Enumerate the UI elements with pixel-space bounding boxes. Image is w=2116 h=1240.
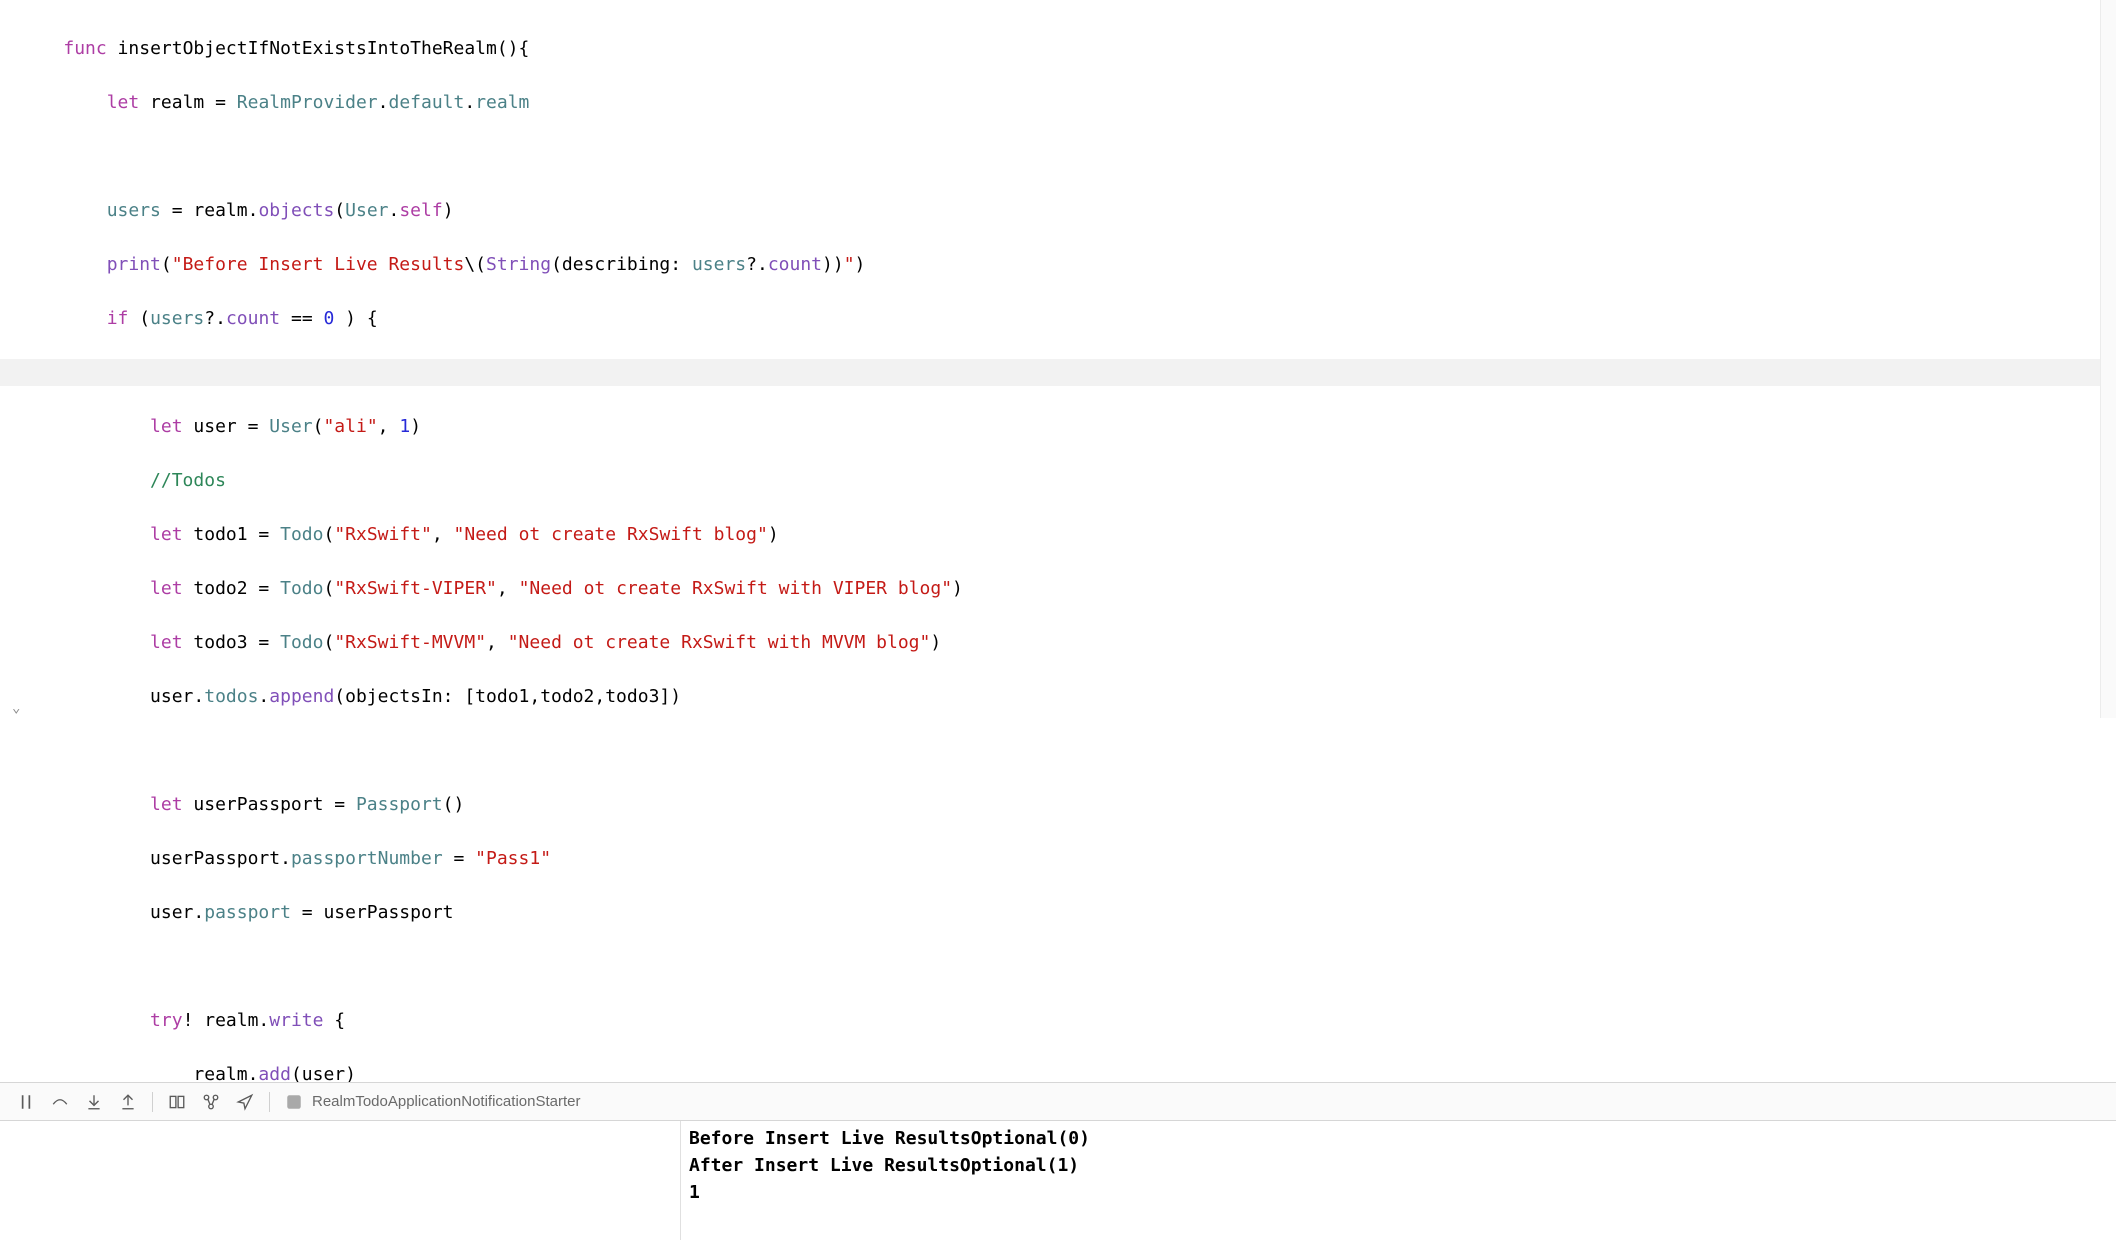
debug-view-icon[interactable]	[161, 1086, 193, 1118]
keyword-func: func	[63, 38, 106, 59]
pause-icon[interactable]	[10, 1086, 42, 1118]
truncation-indicator: ⌄	[12, 700, 20, 716]
console-line: After Insert Live ResultsOptional(1)	[689, 1152, 2108, 1179]
code-line[interactable]: userPassport.passportNumber = "Pass1"	[20, 845, 2116, 872]
code-line[interactable]: func insertObjectIfNotExistsIntoTheRealm…	[20, 35, 2116, 62]
code-line[interactable]: user.passport = userPassport	[20, 899, 2116, 926]
highlighted-line[interactable]	[0, 359, 2116, 386]
keyword-let: let	[107, 92, 140, 113]
func-name: insertObjectIfNotExistsIntoTheRealm(){	[107, 38, 530, 59]
step-out-icon[interactable]	[112, 1086, 144, 1118]
code-line[interactable]: let userPassport = Passport()	[20, 791, 2116, 818]
process-icon	[278, 1086, 310, 1118]
code-line[interactable]: if (users?.count == 0 ) {	[20, 305, 2116, 332]
console-line: 1	[689, 1179, 2108, 1206]
step-over-icon[interactable]	[44, 1086, 76, 1118]
code-line[interactable]	[20, 143, 2116, 170]
toolbar-divider	[152, 1092, 153, 1112]
code-line[interactable]: let user = User("ali", 1)	[20, 413, 2116, 440]
code-line[interactable]: let realm = RealmProvider.default.realm	[20, 89, 2116, 116]
code-editor[interactable]: func insertObjectIfNotExistsIntoTheRealm…	[0, 0, 2116, 1082]
editor-scrollbar[interactable]	[2100, 0, 2116, 718]
code-line[interactable]: let todo3 = Todo("RxSwift-MVVM", "Need o…	[20, 629, 2116, 656]
code-line[interactable]: print("Before Insert Live Results\(Strin…	[20, 251, 2116, 278]
debug-toolbar: RealmTodoApplicationNotificationStarter	[0, 1082, 2116, 1120]
variables-pane[interactable]	[0, 1121, 680, 1240]
code-line[interactable]: realm.add(user)	[20, 1061, 2116, 1082]
console-pane[interactable]: Before Insert Live ResultsOptional(0) Af…	[680, 1121, 2116, 1240]
code-line[interactable]	[20, 737, 2116, 764]
step-into-icon[interactable]	[78, 1086, 110, 1118]
code-line[interactable]: user.todos.append(objectsIn: [todo1,todo…	[20, 683, 2116, 710]
memory-graph-icon[interactable]	[195, 1086, 227, 1118]
code-line[interactable]: let todo2 = Todo("RxSwift-VIPER", "Need …	[20, 575, 2116, 602]
console-line: Before Insert Live ResultsOptional(0)	[689, 1125, 2108, 1152]
toolbar-divider	[269, 1092, 270, 1112]
comment: //Todos	[150, 470, 226, 491]
code-line[interactable]: users = realm.objects(User.self)	[20, 197, 2116, 224]
process-label[interactable]: RealmTodoApplicationNotificationStarter	[312, 1093, 580, 1110]
code-line[interactable]: //Todos	[20, 467, 2116, 494]
code-line[interactable]: try! realm.write {	[20, 1007, 2116, 1034]
code-line[interactable]: let todo1 = Todo("RxSwift", "Need ot cre…	[20, 521, 2116, 548]
code-line[interactable]	[20, 953, 2116, 980]
debug-area: Before Insert Live ResultsOptional(0) Af…	[0, 1120, 2116, 1240]
location-icon[interactable]	[229, 1086, 261, 1118]
